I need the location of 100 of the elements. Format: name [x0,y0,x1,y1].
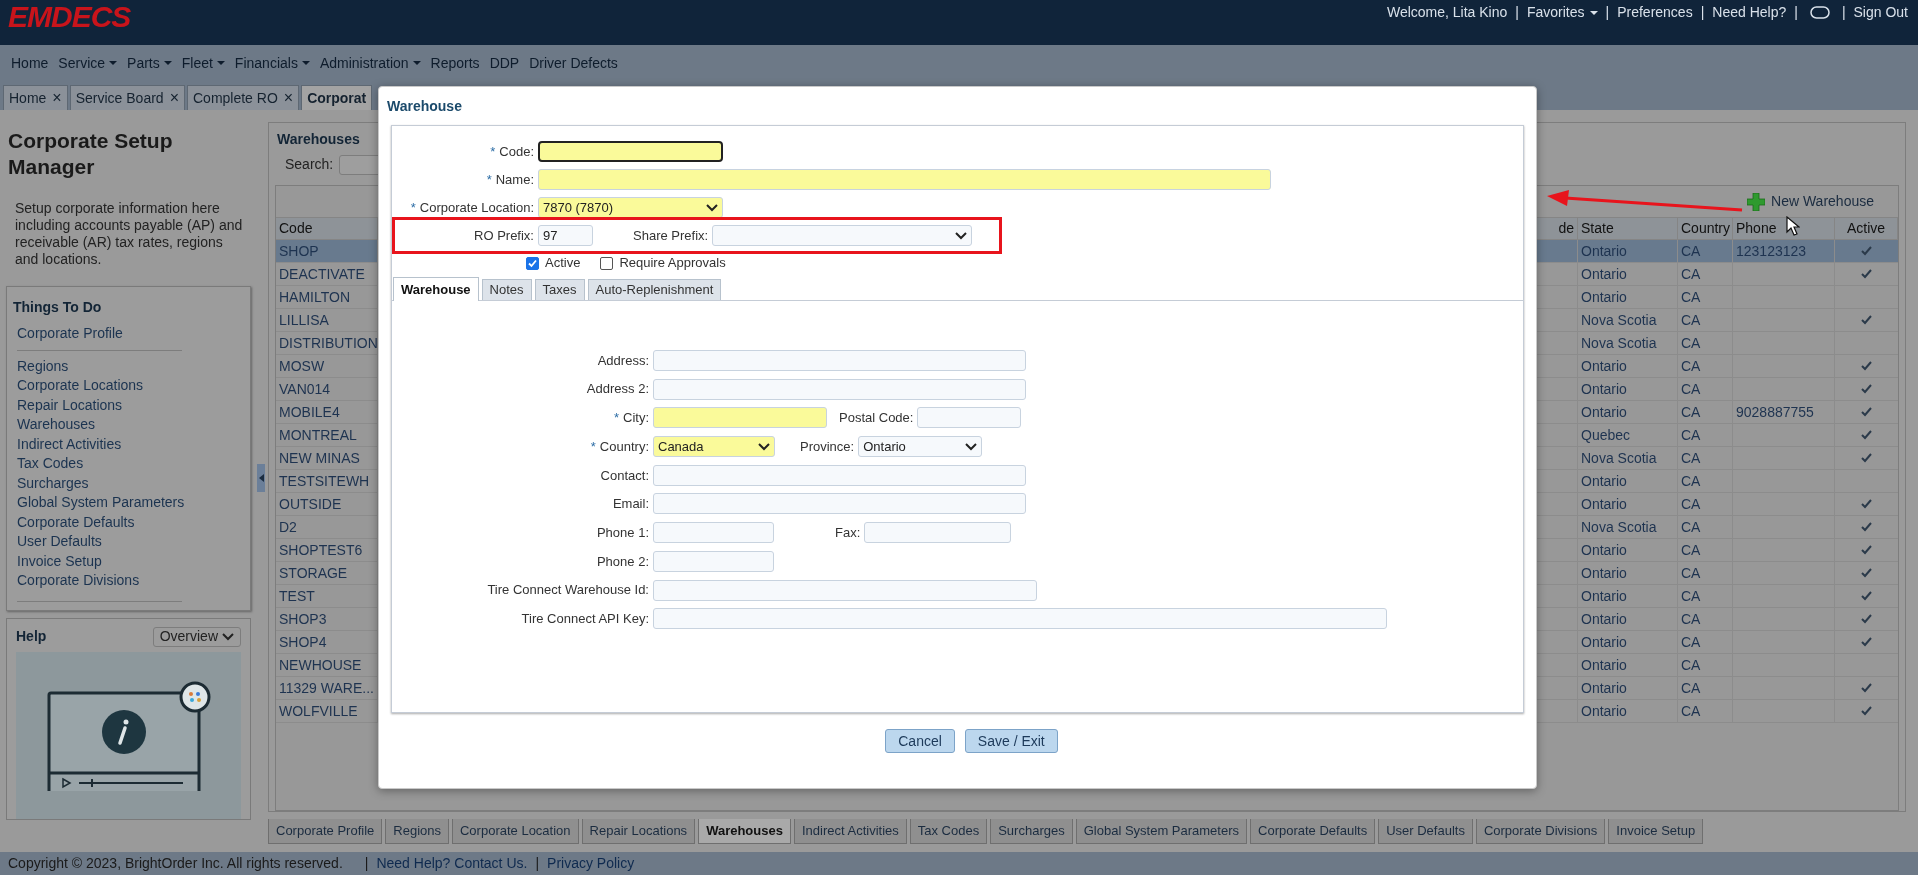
input-field[interactable] [538,141,723,162]
sidebar-link[interactable]: Corporate Defaults [17,512,182,532]
table-cell: Quebec [1578,424,1678,446]
bottom-tab[interactable]: Tax Codes [909,819,988,844]
field-label: Share Prefix: [633,226,709,245]
dialog-button[interactable]: Save / Exit [964,729,1058,753]
close-icon[interactable]: × [283,90,294,106]
close-icon[interactable]: × [169,90,179,106]
table-cell: CA [1678,585,1733,607]
nav-menu-item[interactable]: DDP [489,52,520,74]
chevron-down-icon [706,203,718,212]
sidebar-link[interactable]: Corporate Locations [17,376,182,396]
select-dropdown[interactable] [712,225,973,246]
dialog-button[interactable]: Cancel [885,729,955,753]
nav-menu-item[interactable]: Financials [234,52,310,74]
table-cell: Nova Scotia [1578,447,1678,469]
separator: | [364,854,369,873]
page-tab[interactable]: Complete RO × [187,85,300,110]
bottom-tab[interactable]: Surcharges [990,819,1073,844]
sidebar-link[interactable]: Corporate Profile [17,324,182,344]
table-cell: Ontario [1578,286,1678,308]
plus-icon [1747,192,1765,211]
nav-menu-item[interactable]: Driver Defects [529,52,618,74]
triangle-left-icon [258,474,264,482]
sidebar-link[interactable]: Global System Parameters [17,493,182,513]
nav-menu-item[interactable]: Parts [127,52,172,74]
separator: | [1604,3,1611,22]
checkbox[interactable] [526,256,539,270]
separator: | [1514,3,1520,22]
bottom-tab[interactable]: Global System Parameters [1075,819,1248,844]
table-cell: Ontario [1578,631,1678,653]
close-icon[interactable]: × [52,90,62,106]
page-tab[interactable]: Corporat [301,85,373,110]
dialog-tab[interactable]: Warehouse [393,277,479,301]
bottom-tab[interactable]: Repair Locations [581,819,696,844]
logo: EMDECS [8,1,131,33]
nav-menu-item[interactable]: Administration [319,52,421,74]
header-link[interactable]: Sign Out [1853,2,1908,23]
sidebar-link[interactable]: Tax Codes [17,454,182,474]
column-header[interactable]: State [1578,218,1678,239]
bottom-tab[interactable]: Corporate Defaults [1250,819,1376,844]
table-cell: CA [1678,401,1733,423]
nav-menu-item[interactable]: Fleet [181,52,225,74]
table-cell: 123123123 [1733,240,1835,262]
sidebar-link[interactable]: Surcharges [17,473,182,493]
select-dropdown[interactable]: Ontario [858,436,983,458]
field-label: Contact: [600,466,649,485]
footer-link[interactable]: Need Help? Contact Us. [376,853,528,874]
checkbox[interactable] [600,256,614,270]
footer-link[interactable]: Privacy Policy [547,853,635,874]
nav-menu-item[interactable]: Home [11,52,49,74]
favorites-menu[interactable]: Favorites [1526,2,1598,23]
bottom-tab[interactable]: Corporate Location [452,819,579,844]
header-link[interactable]: Preferences [1617,2,1693,23]
column-header[interactable]: de [1538,218,1578,239]
sidebar-link[interactable]: Invoice Setup [17,551,182,571]
select-dropdown[interactable]: 7870 (7870) [538,197,723,218]
sidebar-link[interactable]: Warehouses [17,415,182,435]
table-cell: CA [1678,424,1733,446]
nav-menu-item[interactable]: Reports [430,52,480,74]
required-marker: * [490,142,496,161]
bottom-tab[interactable]: Corporate Profile [268,819,383,844]
table-cell: CA [1678,378,1733,400]
copyright-text: Copyright © 2023, BrightOrder Inc. All rights reserved. [8,854,343,873]
bottom-tab[interactable]: Regions [385,819,449,844]
input-field[interactable]: 97 [538,225,593,246]
dialog-tab[interactable]: Auto-Replenishment [587,279,722,300]
table-cell: Nova Scotia [1578,516,1678,538]
field-label: RO Prefix: [474,226,534,245]
bottom-tab[interactable]: Warehouses [698,819,791,844]
search-label: Search: [285,155,334,174]
separator: | [535,854,540,873]
table-cell: Ontario [1578,562,1678,584]
sidebar-link[interactable]: User Defaults [17,532,182,552]
select-dropdown[interactable]: Canada [653,436,775,458]
column-header[interactable]: Active [1835,218,1898,239]
table-cell: CA [1678,516,1733,538]
field-label: Address: [597,351,649,370]
bottom-tab[interactable]: Indirect Activities [793,819,907,844]
bottom-tab[interactable]: Corporate Divisions [1475,819,1606,844]
sidebar-link[interactable]: Corporate Divisions [17,571,182,591]
collapse-handle[interactable] [257,464,265,492]
column-header[interactable]: Country [1678,218,1733,239]
nav-menu-item[interactable]: Service [58,52,118,74]
new-warehouse-button[interactable]: New Warehouse [1747,191,1874,212]
header-link[interactable]: Need Help? [1712,2,1787,23]
overview-dropdown[interactable]: Overview [152,626,241,647]
dialog-tab[interactable]: Notes [481,279,532,300]
table-cell: CA [1678,263,1733,285]
page-tab[interactable]: Home × [3,85,68,110]
chevron-down-icon [955,231,968,240]
bottom-tab[interactable]: User Defaults [1378,819,1473,844]
toggle-icon [1809,6,1830,19]
sidebar-link[interactable]: Repair Locations [17,395,182,415]
sidebar-link[interactable]: Indirect Activities [17,434,182,454]
page-tab[interactable]: Service Board × [69,85,185,110]
sidebar-link[interactable]: Regions [17,356,182,376]
table-cell: Ontario [1578,539,1678,561]
bottom-tab[interactable]: Invoice Setup [1608,819,1704,844]
dialog-tab[interactable]: Taxes [534,279,585,300]
